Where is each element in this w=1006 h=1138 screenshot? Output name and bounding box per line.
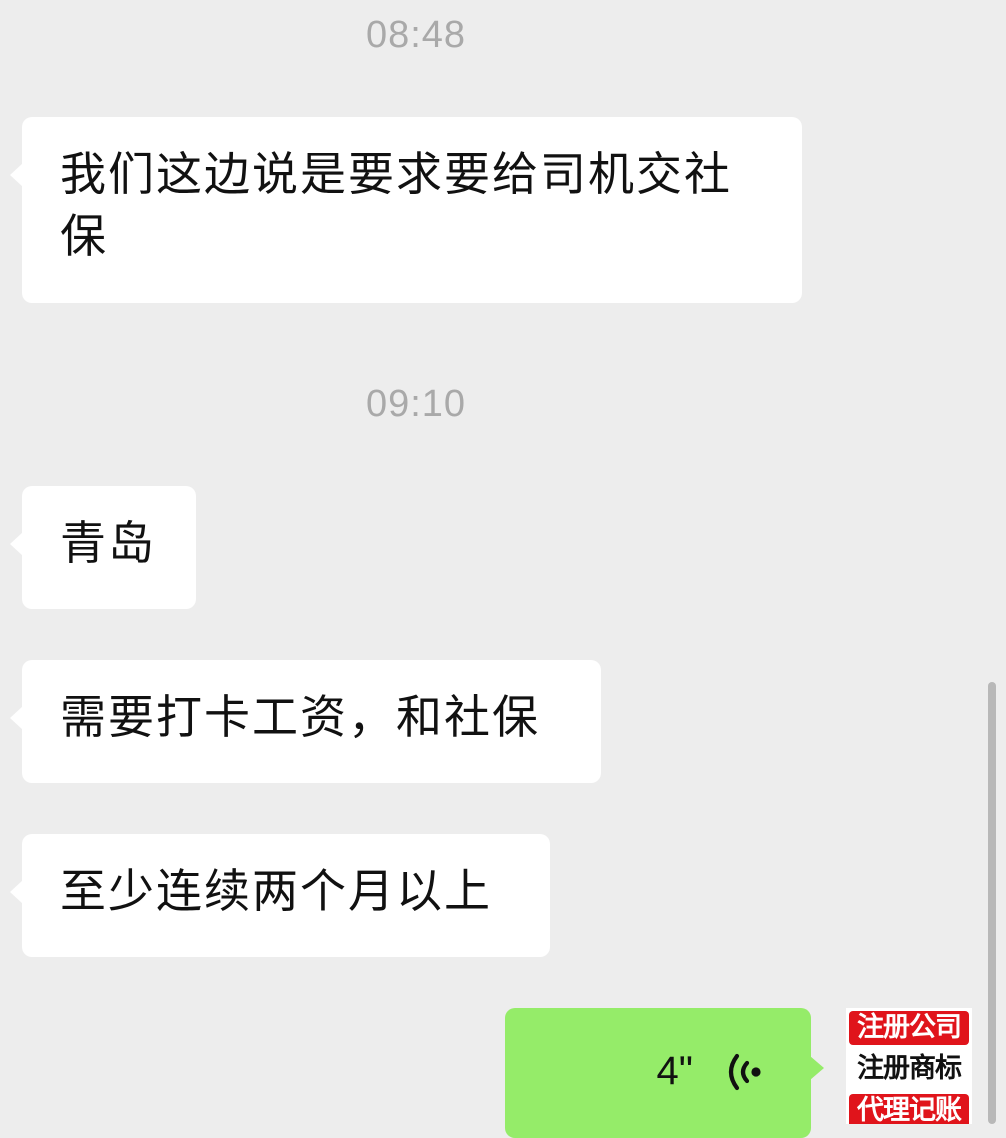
incoming-message-bubble[interactable]: 至少连续两个月以上 (10, 834, 550, 957)
incoming-message-bubble[interactable]: 需要打卡工资，和社保 (10, 660, 601, 783)
avatar-line: 代理记账 (849, 1094, 969, 1124)
outgoing-voice-message[interactable]: 4" (505, 1008, 824, 1138)
avatar[interactable]: 注册公司 注册商标 代理记账 (846, 1008, 972, 1124)
incoming-message-bubble[interactable]: 我们这边说是要求要给司机交社保 (10, 117, 802, 303)
incoming-message-bubble[interactable]: 青岛 (10, 486, 196, 609)
message-text: 我们这边说是要求要给司机交社保 (60, 147, 732, 263)
message-text: 青岛 (60, 516, 156, 570)
scrollbar[interactable] (988, 682, 996, 1124)
voice-wave-icon (728, 1053, 761, 1091)
message-timestamp: 09:10 (365, 383, 467, 425)
message-text: 至少连续两个月以上 (60, 864, 492, 918)
avatar-line: 注册商标 (849, 1052, 969, 1086)
message-text: 需要打卡工资，和社保 (60, 690, 540, 744)
message-timestamp: 08:48 (365, 14, 467, 56)
avatar-line: 注册公司 (849, 1011, 969, 1045)
voice-duration: 4" (656, 1049, 693, 1093)
